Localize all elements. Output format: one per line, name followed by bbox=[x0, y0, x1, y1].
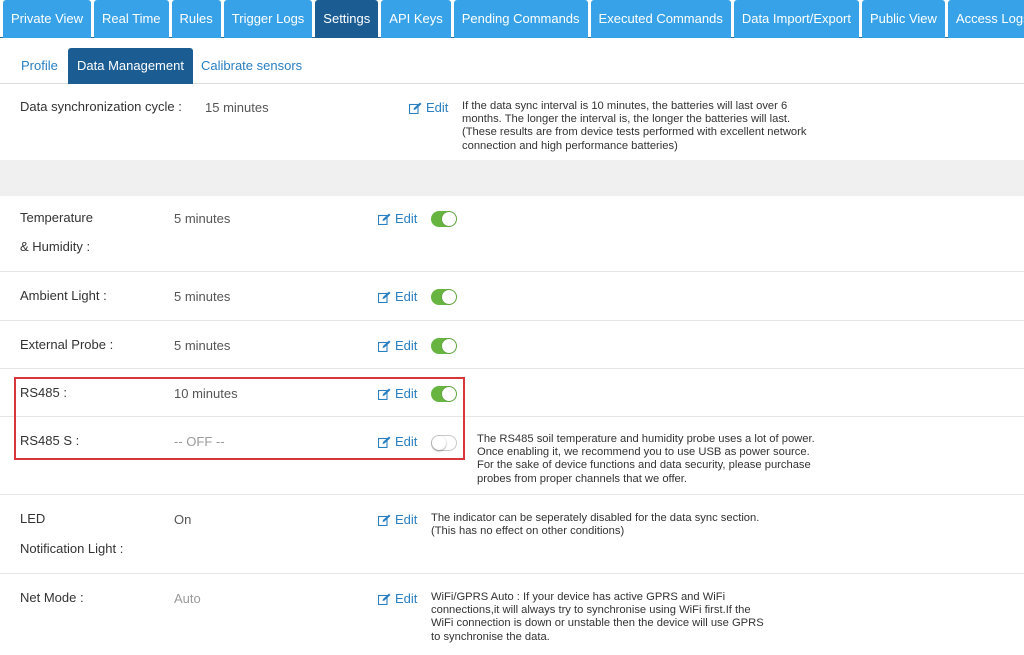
sync-cycle-note: If the data sync interval is 10 minutes,… bbox=[462, 100, 807, 152]
setting-row-ambient-light: Ambient Light : 5 minutes Edit bbox=[0, 272, 1024, 321]
edit-label: Edit bbox=[395, 211, 418, 226]
edit-label: Edit bbox=[395, 591, 418, 606]
main-tab-bar: Private View Real Time Rules Trigger Log… bbox=[0, 0, 1024, 38]
edit-icon bbox=[378, 514, 391, 526]
tab-api-keys[interactable]: API Keys bbox=[381, 0, 451, 38]
edit-label: Edit bbox=[426, 100, 449, 115]
setting-label-line2: & Humidity : bbox=[20, 239, 91, 254]
setting-row-led-notification: LED Notification Light : On Edit The ind… bbox=[0, 495, 1024, 574]
external-probe-toggle[interactable] bbox=[431, 338, 457, 354]
edit-label: Edit bbox=[395, 289, 418, 304]
net-mode-edit-link[interactable]: Edit bbox=[378, 591, 417, 607]
setting-label-line1: Temperature bbox=[20, 210, 93, 225]
setting-label-line2: Notification Light : bbox=[20, 541, 124, 556]
tab-access-logs[interactable]: Access Logs bbox=[947, 0, 1024, 38]
sync-cycle-value: 15 minutes bbox=[205, 100, 269, 115]
edit-icon bbox=[378, 340, 391, 352]
sync-cycle-label: Data synchronization cycle : bbox=[20, 99, 182, 114]
tab-executed-commands[interactable]: Executed Commands bbox=[590, 0, 731, 38]
setting-value: Auto bbox=[174, 591, 201, 606]
edit-icon bbox=[378, 213, 391, 225]
subtab-data-management[interactable]: Data Management bbox=[68, 48, 193, 84]
net-mode-note: WiFi/GPRS Auto : If your device has acti… bbox=[431, 591, 764, 643]
tab-real-time[interactable]: Real Time bbox=[94, 0, 169, 38]
setting-value: 5 minutes bbox=[174, 289, 231, 304]
tab-public-view[interactable]: Public View bbox=[861, 0, 945, 38]
subtab-calibrate-sensors[interactable]: Calibrate sensors bbox=[201, 48, 302, 84]
tab-settings[interactable]: Settings bbox=[315, 0, 379, 38]
edit-icon bbox=[378, 291, 391, 303]
rs485-highlight-box bbox=[14, 377, 465, 460]
tab-trigger-logs[interactable]: Trigger Logs bbox=[223, 0, 313, 38]
setting-value: 5 minutes bbox=[174, 338, 231, 353]
subtab-profile[interactable]: Profile bbox=[21, 48, 58, 84]
temperature-humidity-edit-link[interactable]: Edit bbox=[378, 211, 417, 227]
tab-private-view[interactable]: Private View bbox=[3, 0, 92, 38]
edit-label: Edit bbox=[395, 338, 418, 353]
setting-label: Ambient Light : bbox=[20, 288, 107, 303]
setting-value: 5 minutes bbox=[174, 211, 231, 226]
settings-sub-tab-bar: Profile Data Management Calibrate sensor… bbox=[0, 48, 1024, 84]
tab-data-import-export[interactable]: Data Import/Export bbox=[733, 0, 859, 38]
sync-cycle-row: Data synchronization cycle : 15 minutes … bbox=[0, 84, 1024, 160]
rs485-s-note: The RS485 soil temperature and humidity … bbox=[477, 433, 815, 485]
led-notification-note: The indicator can be seperately disabled… bbox=[431, 512, 760, 538]
edit-icon bbox=[409, 102, 422, 114]
sync-cycle-edit-link[interactable]: Edit bbox=[409, 100, 448, 116]
temperature-humidity-toggle[interactable] bbox=[431, 211, 457, 227]
setting-label: External Probe : bbox=[20, 337, 114, 352]
tab-pending-commands[interactable]: Pending Commands bbox=[453, 0, 588, 38]
led-notification-edit-link[interactable]: Edit bbox=[378, 512, 417, 528]
edit-label: Edit bbox=[395, 512, 418, 527]
setting-label-line1: LED bbox=[20, 511, 46, 526]
ambient-light-toggle[interactable] bbox=[431, 289, 457, 305]
external-probe-edit-link[interactable]: Edit bbox=[378, 338, 417, 354]
tab-rules[interactable]: Rules bbox=[171, 0, 221, 38]
setting-row-net-mode: Net Mode : Auto Edit WiFi/GPRS Auto : If… bbox=[0, 574, 1024, 655]
setting-label: Net Mode : bbox=[20, 590, 84, 605]
setting-row-external-probe: External Probe : 5 minutes Edit bbox=[0, 321, 1024, 369]
ambient-light-edit-link[interactable]: Edit bbox=[378, 289, 417, 305]
section-divider bbox=[0, 160, 1024, 196]
edit-icon bbox=[378, 593, 391, 605]
setting-row-temperature-humidity: Temperature & Humidity : 5 minutes Edit bbox=[0, 196, 1024, 272]
setting-value: On bbox=[174, 512, 192, 527]
